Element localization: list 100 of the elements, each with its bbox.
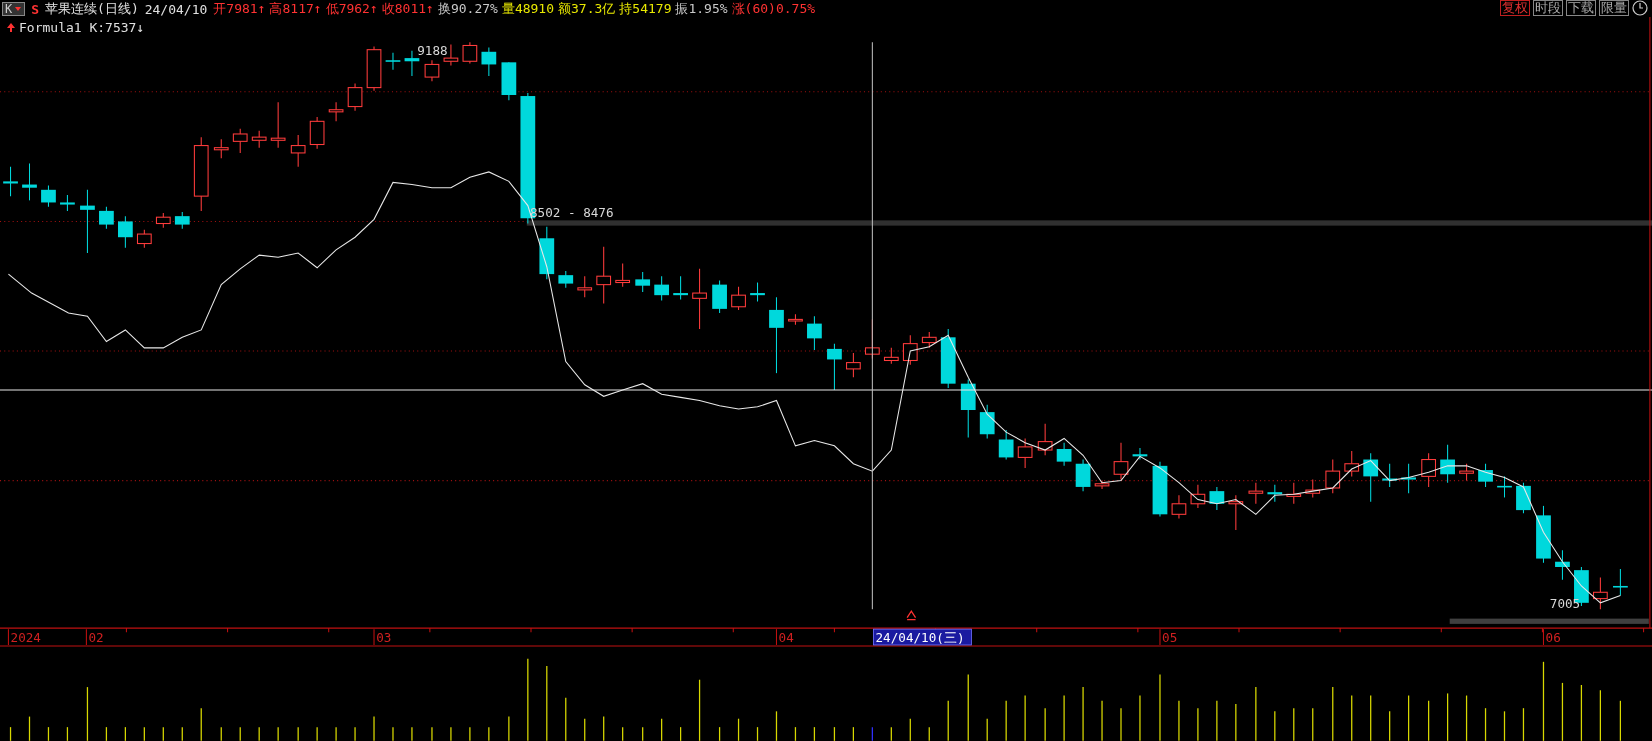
clock-icon[interactable] bbox=[1632, 0, 1648, 16]
candlestick bbox=[960, 378, 976, 438]
candlestick bbox=[807, 315, 822, 351]
scroll-bar[interactable] bbox=[1449, 618, 1649, 624]
low-price-label: 7005 bbox=[1549, 596, 1581, 612]
volume-bar bbox=[775, 710, 778, 741]
caret-icon bbox=[906, 610, 917, 621]
candlestick bbox=[136, 229, 152, 249]
candlestick bbox=[385, 52, 401, 71]
axis-date-label: 02 bbox=[88, 629, 104, 645]
toolbar-button[interactable]: 下载 bbox=[1566, 0, 1596, 16]
candlestick bbox=[654, 275, 669, 301]
candlestick bbox=[1132, 447, 1148, 461]
candlestick bbox=[1440, 444, 1455, 484]
candlestick bbox=[404, 50, 420, 77]
candlestick bbox=[1037, 423, 1053, 456]
cursor-date-label: 24/04/10(三) bbox=[873, 628, 972, 646]
candlestick bbox=[1075, 459, 1091, 492]
formula-label: Formula1 K:7537↓ bbox=[19, 20, 145, 35]
volume-bar bbox=[9, 726, 12, 741]
candlestick bbox=[692, 268, 707, 330]
volume-bar bbox=[105, 726, 108, 741]
candlestick bbox=[788, 313, 803, 326]
candlestick bbox=[1459, 463, 1474, 482]
candlestick bbox=[731, 286, 746, 311]
volume-bar bbox=[1446, 692, 1449, 741]
candlestick bbox=[1228, 494, 1244, 531]
candlestick bbox=[846, 352, 861, 378]
candlestick bbox=[366, 46, 382, 92]
candlestick bbox=[635, 271, 651, 293]
volume-bar bbox=[833, 726, 836, 741]
candlestick bbox=[1094, 480, 1110, 490]
high-price-label: 9188 bbox=[417, 42, 448, 58]
candlestick bbox=[615, 263, 631, 288]
axis-date-label: 2024 bbox=[10, 629, 41, 645]
candlestick bbox=[1305, 479, 1321, 498]
candlestick bbox=[979, 404, 995, 439]
candlestick bbox=[902, 334, 918, 366]
quote-stat: 低7962↑ bbox=[325, 0, 378, 18]
candlestick bbox=[712, 279, 727, 314]
candlestick bbox=[481, 47, 497, 77]
candlestick bbox=[328, 101, 344, 122]
quote-stat: 额37.3亿 bbox=[558, 0, 616, 18]
candlestick bbox=[22, 162, 37, 201]
candlestick bbox=[921, 331, 937, 349]
quote-stat: 量48910 bbox=[501, 0, 554, 18]
volume-bar bbox=[47, 726, 50, 741]
caret-icon bbox=[14, 5, 23, 13]
axis-date-label: 06 bbox=[1545, 629, 1561, 645]
arrow-up-icon bbox=[6, 22, 16, 33]
instrument-title: 苹果连续(日线) bbox=[45, 0, 139, 18]
candlestick bbox=[673, 275, 688, 300]
volume-bar bbox=[718, 726, 721, 741]
volume-bar bbox=[794, 726, 797, 741]
volume-bar bbox=[1580, 684, 1583, 741]
candlestick bbox=[174, 211, 190, 230]
volume-bar bbox=[737, 718, 740, 741]
candlestick bbox=[1401, 463, 1416, 494]
volume-bar bbox=[756, 726, 759, 741]
axis-date-label: 03 bbox=[376, 629, 392, 645]
candlestick bbox=[1248, 482, 1264, 505]
candlestick bbox=[1209, 486, 1225, 511]
candlestick bbox=[558, 270, 574, 289]
candlestick bbox=[1190, 484, 1206, 509]
volume-bar bbox=[1503, 710, 1506, 741]
candlestick bbox=[1421, 452, 1436, 488]
toolbar-button[interactable]: 时段 bbox=[1533, 0, 1563, 16]
candlestick bbox=[424, 59, 440, 82]
candlestick bbox=[1286, 482, 1302, 505]
candlestick bbox=[60, 194, 75, 212]
chart-type-button[interactable]: K bbox=[2, 2, 26, 16]
candlestick bbox=[3, 166, 18, 197]
quote-stat: 开7981↑ bbox=[213, 0, 266, 18]
candlestick bbox=[1382, 463, 1398, 488]
candlestick bbox=[539, 226, 555, 280]
toolbar-button[interactable]: 复权 bbox=[1500, 0, 1530, 16]
date-label: 24/04/10 bbox=[144, 1, 208, 17]
candlestick bbox=[1171, 494, 1187, 520]
volume-bar bbox=[813, 726, 816, 741]
candlestick bbox=[750, 282, 765, 302]
candlestick bbox=[347, 82, 363, 112]
candlestick bbox=[462, 41, 478, 64]
toolbar-button[interactable]: 限量 bbox=[1599, 0, 1629, 16]
quote-stat: 换90.27% bbox=[437, 0, 498, 18]
candlestick bbox=[290, 134, 306, 168]
axis-date-label: 04 bbox=[778, 629, 794, 645]
candlestick bbox=[1555, 549, 1570, 581]
candlestick bbox=[1478, 463, 1493, 488]
candlestick bbox=[1056, 442, 1072, 467]
volume-bar bbox=[1522, 707, 1525, 741]
candlestick bbox=[1613, 568, 1628, 596]
volume-bar bbox=[1465, 694, 1468, 741]
candlestick bbox=[1325, 459, 1341, 494]
quote-stat: 持54179 bbox=[619, 0, 672, 18]
volume-bar bbox=[1619, 700, 1622, 741]
candlestick bbox=[1363, 452, 1379, 503]
candlestick bbox=[270, 101, 286, 149]
candlestick bbox=[1267, 484, 1283, 503]
quote-stat: 收8011↑ bbox=[381, 0, 434, 18]
candlestick bbox=[251, 130, 267, 149]
